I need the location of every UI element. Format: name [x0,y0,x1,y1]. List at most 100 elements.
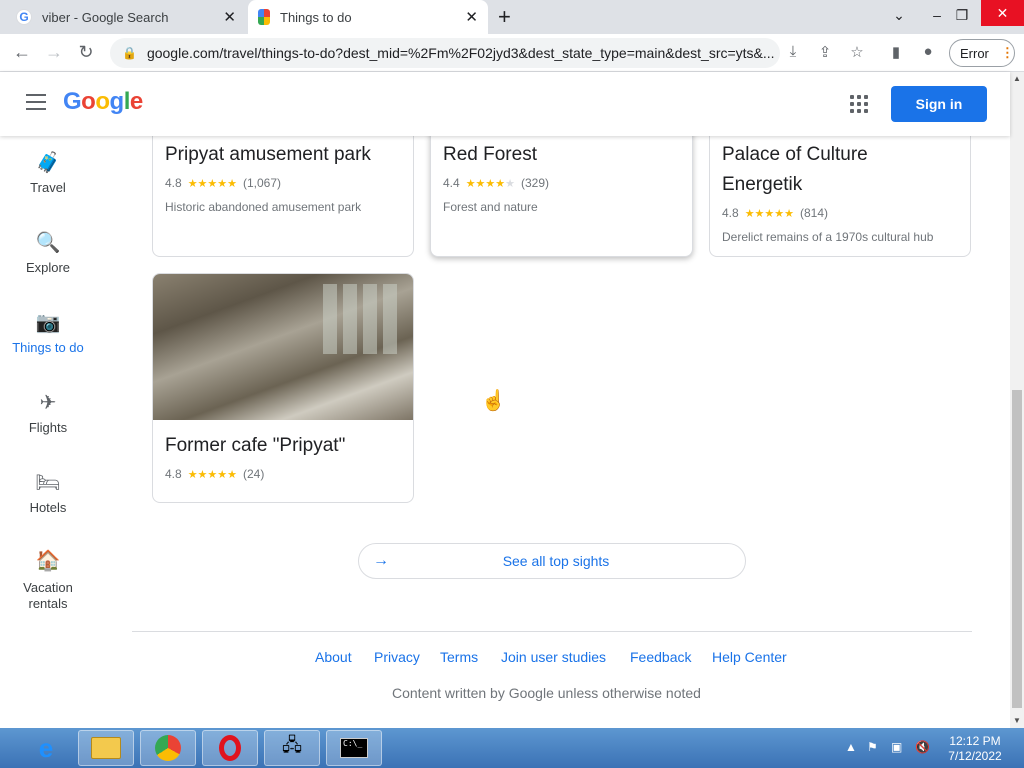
place-rating: 4.8 ★★★★★ (814) [722,206,828,220]
page-header: Google Sign in [0,72,1010,136]
google-apps-icon[interactable] [850,95,868,113]
restore-icon[interactable]: ❐ [948,2,976,28]
menu-dots-icon: ⋮ [1000,45,1014,60]
rating-value: 4.8 [165,176,182,190]
internet-explorer-icon[interactable]: e [18,730,74,766]
place-name: Red Forest [443,144,537,165]
reload-icon[interactable]: ↻ [74,42,98,63]
tab-things-to-do[interactable]: Things to do ✕ [248,0,488,34]
place-rating: 4.8 ★★★★★ (1,067) [165,176,281,190]
place-name: Palace of Culture Energetik [722,144,868,195]
error-label: Error [960,45,989,61]
place-description: Historic abandoned amusement park [165,200,362,214]
sidebar-item-label: Explore [25,260,71,275]
sidebar-item-flights[interactable]: ✈ Flights [0,390,96,435]
google-logo[interactable]: Google [63,88,143,116]
place-name: Pripyat amusement park [165,144,371,165]
place-card-former-cafe-pripyat[interactable]: Former cafe "Pripyat" 4.8 ★★★★★ (24) [152,273,414,503]
sidebar-item-vacation-rentals[interactable]: 🏠 Vacation rentals [0,550,96,612]
scroll-up-icon[interactable]: ▲ [1010,72,1024,86]
scroll-down-icon[interactable]: ▼ [1010,714,1024,728]
side-panel-icon[interactable]: ▮ [885,43,907,61]
install-icon[interactable]: ⤓ [782,43,804,60]
window-close-icon[interactable]: ✕ [981,0,1024,26]
camera-icon: 📷 [35,312,61,334]
tray-expand-icon[interactable]: ▲ [845,740,857,754]
cmd-icon[interactable]: C:\_ [326,730,382,766]
place-photo[interactable] [153,274,413,420]
sidebar-item-things-to-do[interactable]: 📷 Things to do [0,310,96,355]
footer-divider [132,631,972,632]
sidebar-item-hotels[interactable]: 🛏 Hotels [0,470,96,515]
review-count: (329) [521,176,550,190]
sign-in-button[interactable]: Sign in [891,86,987,122]
bookmark-star-icon[interactable]: ☆ [846,43,868,61]
sidebar-item-travel[interactable]: 🧳 Travel [0,150,96,195]
close-tab-icon[interactable]: ✕ [223,8,236,26]
review-count: (24) [243,467,265,481]
profile-icon[interactable]: ● [917,43,939,60]
place-description: Derelict remains of a 1970s cultural hub [722,230,934,244]
see-all-top-sights-button[interactable]: → See all top sights [358,543,746,579]
see-all-label: See all top sights [502,553,610,569]
footer-note: Content written by Google unless otherwi… [392,685,701,701]
rating-stars-icon: ★★★★★ [744,207,794,220]
travel-bag-icon: 🧳 [35,152,61,174]
place-rating: 4.4 ★★★★★ (329) [443,176,549,190]
sidebar-item-label: Hotels [29,500,67,515]
url-text: google.com/travel/things-to-do?dest_mid=… [146,45,775,61]
volume-muted-icon[interactable]: 🔇 [915,740,930,754]
rating-value: 4.8 [722,206,739,220]
sidebar-item-label: Flights [28,420,68,435]
system-clock[interactable]: 12:12 PM 7/12/2022 [940,734,1010,764]
forward-icon[interactable]: → [42,42,66,63]
review-count: (814) [800,206,829,220]
hand-cursor-icon: ☝ [481,390,506,412]
hamburger-menu-icon[interactable] [26,94,46,115]
rating-stars-icon: ★★★★★ [187,177,237,190]
tab-viber-search[interactable]: G viber - Google Search ✕ [6,0,246,34]
footer-link-help-center[interactable]: Help Center [712,649,787,665]
address-bar[interactable]: 🔒 google.com/travel/things-to-do?dest_mi… [110,38,780,68]
lock-icon: 🔒 [122,46,137,60]
rating-value: 4.8 [165,467,182,481]
explore-globe-icon: 🔍 [35,232,61,254]
tab-title: viber - Google Search [42,9,169,25]
footer-link-about[interactable]: About [315,649,352,665]
tab-search-chevron-icon[interactable]: ⌄ [885,2,913,28]
close-tab-icon[interactable]: ✕ [465,8,478,26]
file-explorer-icon[interactable] [78,730,134,766]
place-description: Forest and nature [443,200,538,214]
new-tab-icon[interactable]: + [498,4,511,30]
rating-stars-icon: ★★★★★ [465,177,516,190]
footer-link-terms[interactable]: Terms [440,649,478,665]
rating-stars-icon: ★★★★★ [187,468,237,481]
sidebar-item-label: Travel [30,180,66,195]
chrome-icon[interactable] [140,730,196,766]
house-icon: 🏠 [35,550,61,572]
network-tray-icon[interactable]: ▣ [891,740,902,754]
rating-value: 4.4 [443,176,460,190]
minimize-icon[interactable]: – [923,2,951,28]
tab-title: Things to do [280,9,352,25]
sidebar-item-explore[interactable]: 🔍 Explore [0,230,96,275]
footer-link-feedback[interactable]: Feedback [630,649,691,665]
place-name: Former cafe "Pripyat" [165,435,346,456]
bed-icon: 🛏 [35,472,61,494]
opera-icon[interactable] [202,730,258,766]
place-rating: 4.8 ★★★★★ (24) [165,467,264,481]
scrollbar-thumb[interactable] [1012,390,1022,708]
footer-link-join-user-studies[interactable]: Join user studies [501,649,606,665]
back-icon[interactable]: ← [10,42,34,63]
arrow-right-icon: → [373,552,389,569]
footer-link-privacy[interactable]: Privacy [374,649,420,665]
sidebar-item-label: Vacation rentals [23,580,73,611]
action-center-flag-icon[interactable]: ⚑ [867,740,878,754]
review-count: (1,067) [243,176,282,190]
clock-time: 12:12 PM [949,734,1001,748]
google-g-icon: G [16,9,32,25]
error-button[interactable]: Error ⋮ [949,39,1015,67]
share-icon[interactable]: ⇪ [814,43,836,61]
network-icon[interactable]: 🖧 [264,730,320,766]
airplane-icon: ✈ [39,392,57,414]
